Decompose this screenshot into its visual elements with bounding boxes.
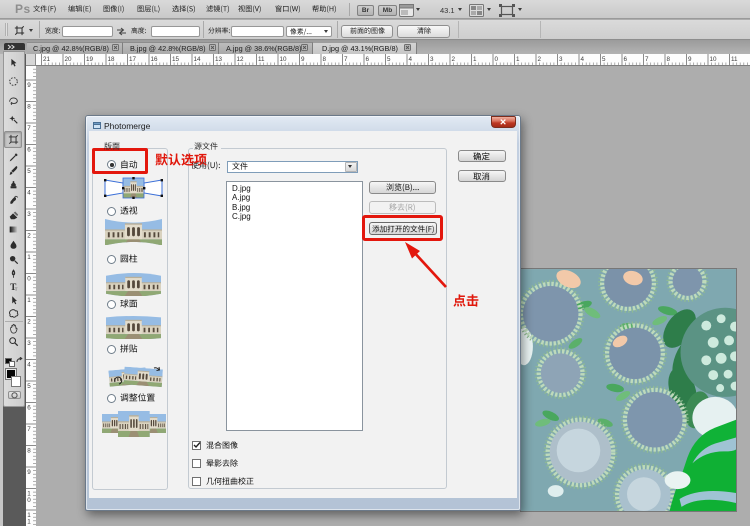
svg-text:5: 5 bbox=[602, 56, 606, 63]
svg-text:8: 8 bbox=[27, 447, 31, 454]
svg-text:7: 7 bbox=[27, 125, 31, 132]
svg-text:17: 17 bbox=[129, 56, 137, 63]
svg-text:0: 0 bbox=[27, 496, 31, 503]
svg-text:4: 4 bbox=[581, 56, 585, 63]
svg-text:7: 7 bbox=[27, 426, 31, 433]
svg-text:21: 21 bbox=[43, 56, 51, 63]
svg-text:18: 18 bbox=[108, 56, 116, 63]
svg-text:11: 11 bbox=[258, 56, 265, 63]
svg-text:6: 6 bbox=[624, 56, 628, 63]
svg-text:3: 3 bbox=[559, 56, 563, 63]
svg-text:2: 2 bbox=[27, 232, 31, 239]
svg-text:0: 0 bbox=[495, 56, 499, 63]
svg-text:1: 1 bbox=[27, 518, 31, 525]
svg-text:9: 9 bbox=[27, 469, 31, 476]
svg-text:9: 9 bbox=[301, 56, 305, 63]
svg-text:6: 6 bbox=[27, 146, 31, 153]
svg-text:1: 1 bbox=[27, 254, 31, 261]
svg-text:2: 2 bbox=[538, 56, 542, 63]
svg-text:3: 3 bbox=[27, 340, 31, 347]
svg-text:6: 6 bbox=[27, 404, 31, 411]
svg-text:16: 16 bbox=[151, 56, 159, 63]
svg-text:4: 4 bbox=[27, 189, 31, 196]
svg-text:12: 12 bbox=[237, 56, 245, 63]
svg-text:4: 4 bbox=[409, 56, 413, 63]
svg-text:8: 8 bbox=[667, 56, 671, 63]
svg-text:11: 11 bbox=[731, 56, 738, 63]
svg-text:T: T bbox=[14, 286, 17, 291]
svg-text:1: 1 bbox=[27, 297, 31, 304]
svg-text:3: 3 bbox=[27, 211, 31, 218]
svg-text:8: 8 bbox=[323, 56, 327, 63]
svg-text:14: 14 bbox=[194, 56, 202, 63]
svg-text:2: 2 bbox=[27, 318, 31, 325]
svg-text:8: 8 bbox=[27, 103, 31, 110]
svg-text:13: 13 bbox=[215, 56, 223, 63]
svg-text:5: 5 bbox=[27, 383, 31, 390]
svg-text:9: 9 bbox=[27, 82, 31, 89]
svg-text:7: 7 bbox=[344, 56, 348, 63]
svg-text:10: 10 bbox=[280, 56, 288, 63]
svg-text:4: 4 bbox=[27, 361, 31, 368]
svg-text:15: 15 bbox=[172, 56, 180, 63]
svg-text:9: 9 bbox=[688, 56, 692, 63]
svg-text:1: 1 bbox=[516, 56, 520, 63]
svg-text:0: 0 bbox=[27, 275, 31, 282]
svg-text:10: 10 bbox=[710, 56, 718, 63]
svg-text:19: 19 bbox=[86, 56, 94, 63]
svg-text:5: 5 bbox=[387, 56, 391, 63]
svg-text:7: 7 bbox=[645, 56, 649, 63]
svg-text:1: 1 bbox=[473, 56, 477, 63]
svg-text:5: 5 bbox=[27, 168, 31, 175]
svg-text:6: 6 bbox=[366, 56, 370, 63]
svg-text:2: 2 bbox=[452, 56, 456, 63]
svg-text:20: 20 bbox=[65, 56, 73, 63]
svg-text:3: 3 bbox=[430, 56, 434, 63]
